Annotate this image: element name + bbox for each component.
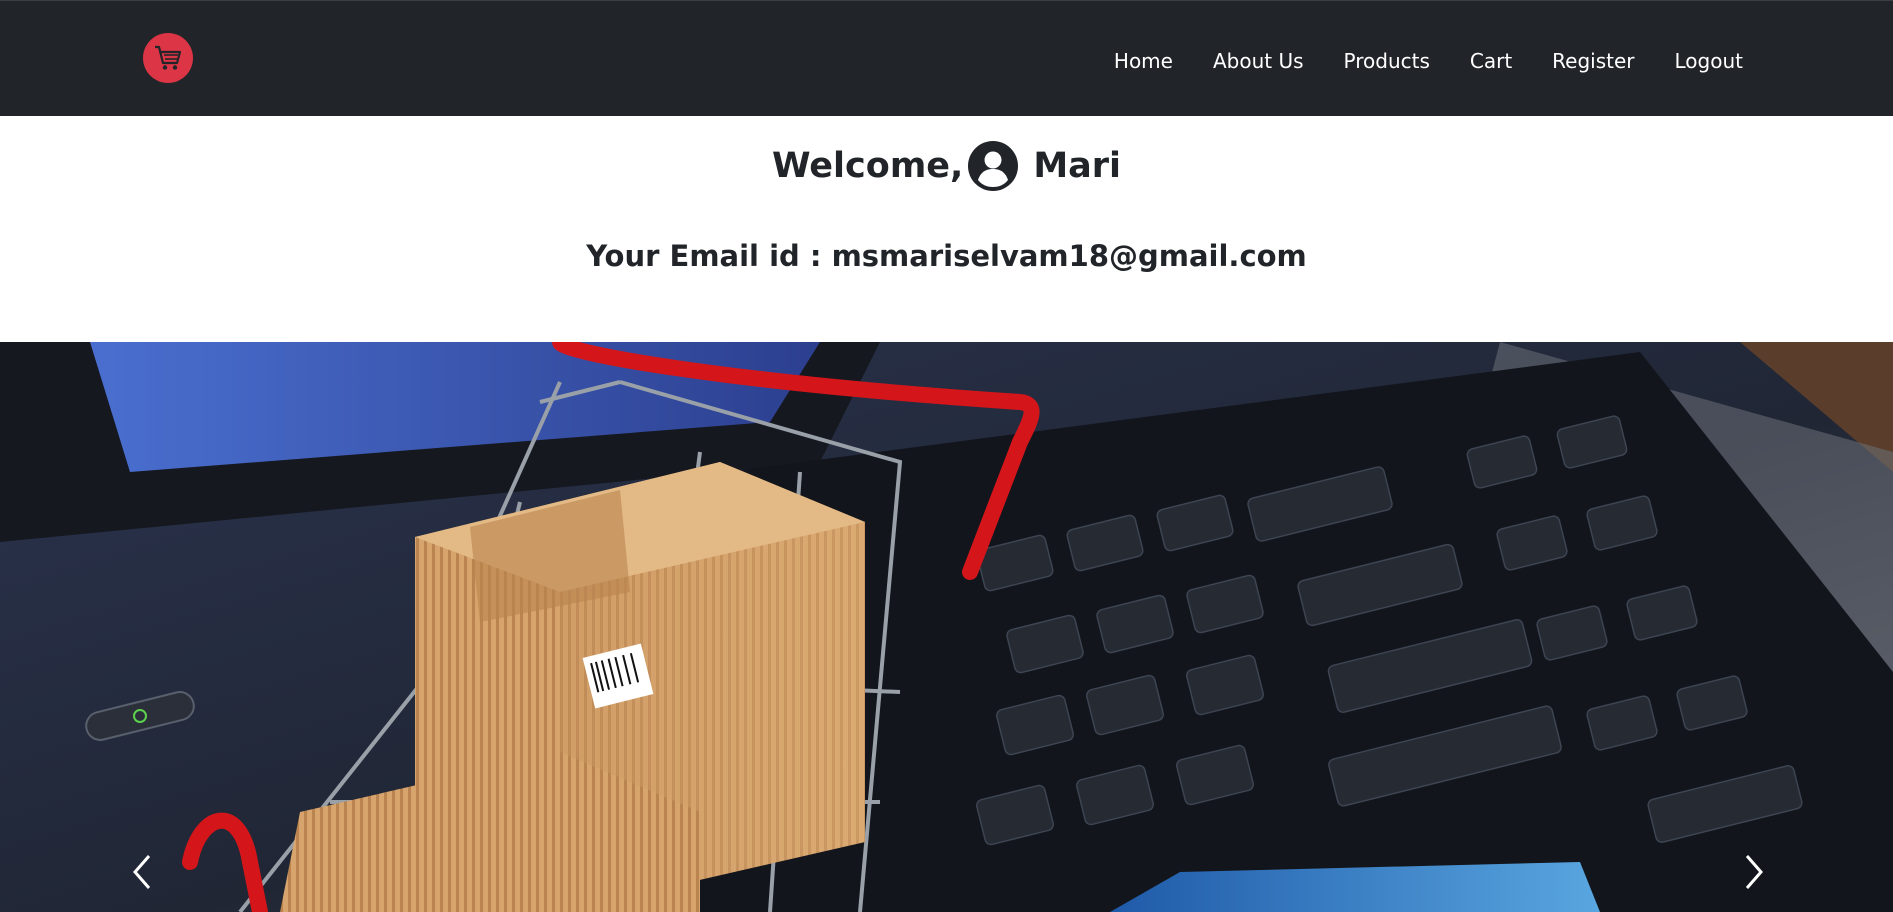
nav-products[interactable]: Products — [1344, 47, 1430, 75]
welcome-username: Mari — [1033, 146, 1122, 186]
user-email: Your Email id : msmariselvam18@gmail.com — [586, 239, 1307, 273]
shopping-cart-icon — [155, 45, 182, 70]
chevron-right-icon — [1745, 855, 1763, 889]
welcome-heading: Welcome, Mari — [0, 140, 1893, 192]
user-circle-icon — [967, 140, 1019, 192]
carousel-image — [0, 342, 1893, 912]
welcome-prefix: Welcome, — [771, 146, 964, 186]
nav-home[interactable]: Home — [1114, 47, 1173, 75]
nav-links: Home About Us Products Cart Register Log… — [1114, 47, 1743, 75]
navbar: Home About Us Products Cart Register Log… — [0, 0, 1893, 116]
nav-register[interactable]: Register — [1552, 47, 1634, 75]
brand-logo[interactable] — [143, 33, 193, 83]
nav-cart[interactable]: Cart — [1470, 47, 1512, 75]
nav-about-us[interactable]: About Us — [1213, 47, 1304, 75]
nav-logout[interactable]: Logout — [1675, 47, 1743, 75]
carousel-prev-button[interactable] — [112, 842, 172, 902]
hero-carousel — [0, 342, 1893, 912]
carousel-next-button[interactable] — [1724, 842, 1784, 902]
chevron-left-icon — [133, 855, 151, 889]
